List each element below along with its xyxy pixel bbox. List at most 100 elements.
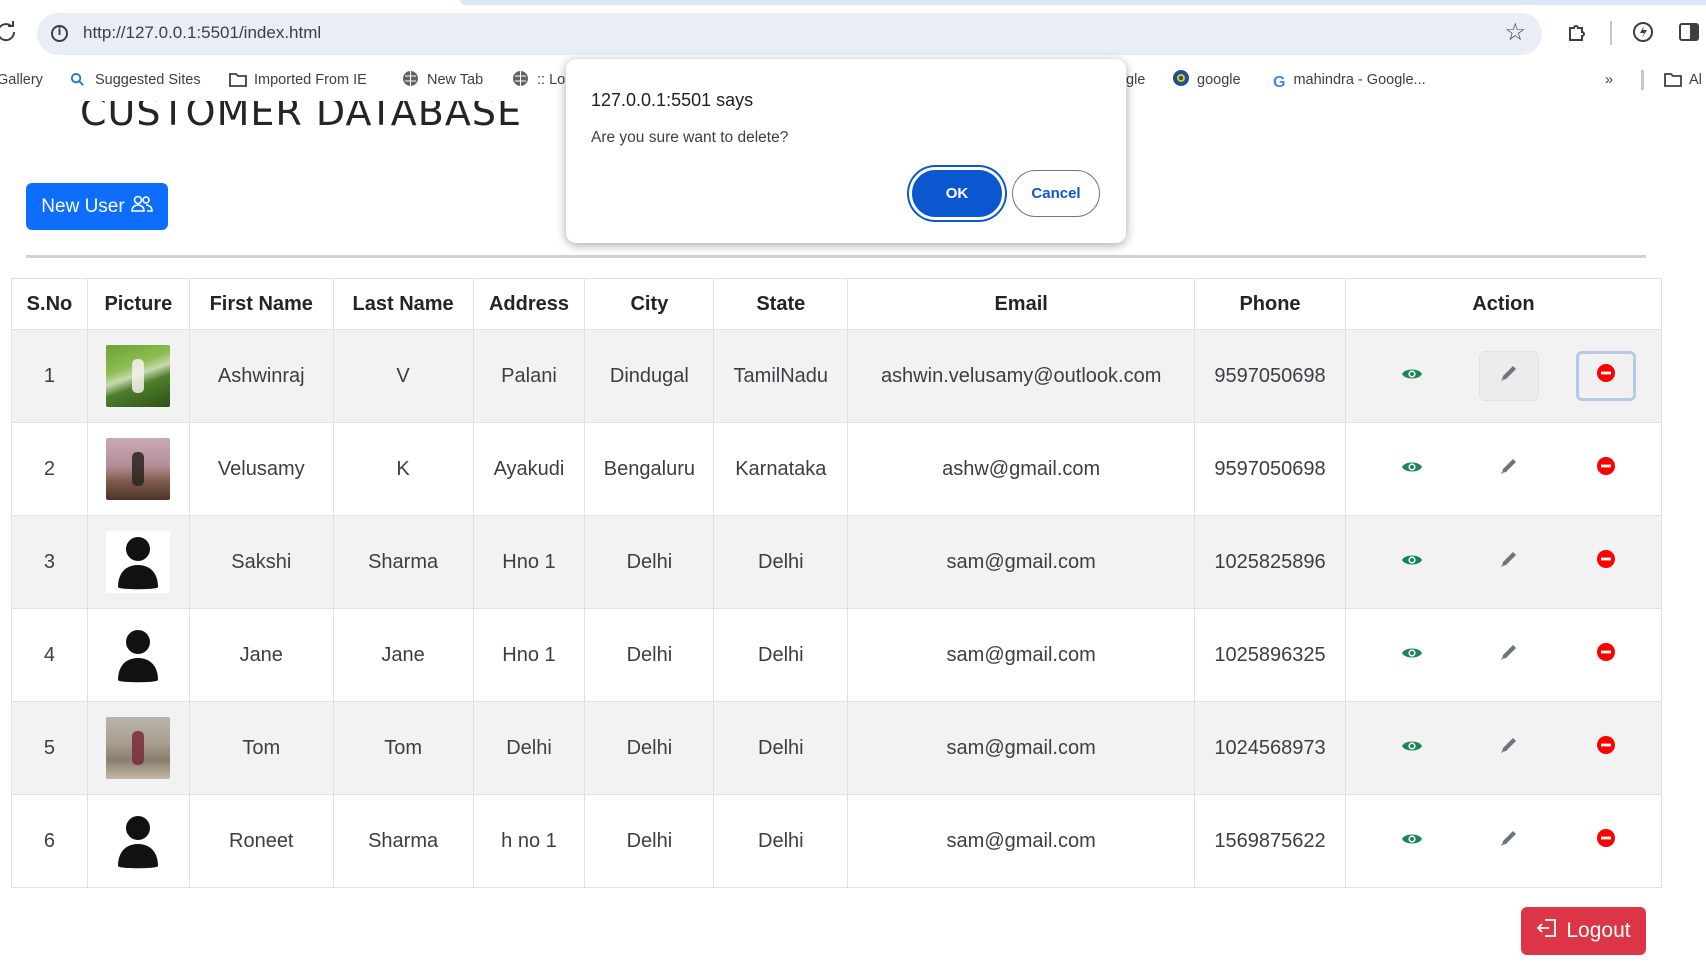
bookmark-all[interactable]: Al xyxy=(1664,68,1702,92)
view-button[interactable] xyxy=(1382,816,1442,866)
globe-icon xyxy=(1172,69,1189,86)
view-button[interactable] xyxy=(1382,444,1442,494)
delete-button[interactable] xyxy=(1576,816,1636,866)
cell-city: Delhi xyxy=(584,701,715,795)
logout-button[interactable]: Logout xyxy=(1521,907,1646,955)
delete-button[interactable] xyxy=(1576,444,1636,494)
search-icon xyxy=(70,71,87,88)
bookmark-mahindra-google[interactable]: Gmahindra - Google... xyxy=(1273,68,1426,92)
default-user-avatar-icon xyxy=(106,624,171,686)
more-bookmarks-icon[interactable]: » xyxy=(1605,68,1613,92)
eye-icon xyxy=(1401,737,1423,760)
cell-last-name: Sharma xyxy=(332,515,474,609)
cell-actions xyxy=(1344,794,1663,888)
bookmark-gallery[interactable]: Gallery xyxy=(0,68,43,92)
cell-actions xyxy=(1344,701,1663,795)
tab-strip-edge xyxy=(460,0,1706,5)
view-button[interactable] xyxy=(1382,537,1442,587)
cell-phone: 1025825896 xyxy=(1194,515,1346,609)
bookmark-imported-from-ie[interactable]: Imported From IE xyxy=(229,68,367,92)
view-button[interactable] xyxy=(1382,723,1442,773)
customer-table: S.No Picture First Name Last Name Addres… xyxy=(11,278,1663,888)
cell-picture xyxy=(86,515,190,609)
side-panel-icon[interactable] xyxy=(1677,20,1701,44)
site-info-icon[interactable] xyxy=(51,25,68,42)
action-group xyxy=(1364,723,1654,773)
logout-icon xyxy=(1536,918,1558,944)
edit-button[interactable] xyxy=(1479,723,1539,773)
minus-circle-icon xyxy=(1596,735,1616,761)
delete-button[interactable] xyxy=(1576,723,1636,773)
cell-email: sam@gmail.com xyxy=(847,794,1196,888)
action-group xyxy=(1364,444,1654,494)
bookmark-lo[interactable]: :: Lo xyxy=(512,68,565,92)
bookmark-google[interactable]: google xyxy=(1172,68,1241,92)
edit-button[interactable] xyxy=(1479,816,1539,866)
google-icon: G xyxy=(1273,74,1286,91)
cell-state: TamilNadu xyxy=(713,329,849,423)
bookmark-gle[interactable]: gle xyxy=(1126,68,1145,92)
cell-picture xyxy=(86,422,190,516)
dialog-cancel-button[interactable]: Cancel xyxy=(1012,170,1100,217)
globe-icon xyxy=(402,70,419,87)
minus-circle-icon xyxy=(1596,642,1616,668)
cell-first-name: Jane xyxy=(188,608,334,702)
cell-last-name: Jane xyxy=(332,608,474,702)
minus-circle-icon xyxy=(1596,456,1616,482)
bookmark-label: Al xyxy=(1689,72,1702,88)
pencil-icon xyxy=(1499,456,1519,482)
user-photo xyxy=(106,717,171,779)
address-bar[interactable]: http://127.0.0.1:5501/index.html ☆ xyxy=(37,13,1542,55)
edit-button[interactable] xyxy=(1479,444,1539,494)
action-group xyxy=(1364,816,1654,866)
bookmark-new-tab[interactable]: New Tab xyxy=(402,68,483,92)
bookmark-star-icon[interactable]: ☆ xyxy=(1504,20,1526,46)
bookmark-label: :: Lo xyxy=(537,72,566,88)
reload-icon[interactable] xyxy=(0,20,18,44)
dialog-ok-button[interactable]: OK xyxy=(909,167,1005,220)
cell-phone: 1024568973 xyxy=(1194,701,1346,795)
view-button[interactable] xyxy=(1382,351,1442,401)
pencil-icon xyxy=(1499,828,1519,854)
eye-icon xyxy=(1401,644,1423,667)
header-phone: Phone xyxy=(1194,278,1346,330)
toolbar-separator xyxy=(1610,21,1612,45)
cell-sno: 6 xyxy=(11,794,88,888)
pencil-icon xyxy=(1499,735,1519,761)
cell-state: Delhi xyxy=(713,701,849,795)
default-user-avatar-icon xyxy=(106,810,171,872)
delete-button[interactable] xyxy=(1576,537,1636,587)
minus-circle-icon xyxy=(1596,549,1616,575)
delete-button[interactable] xyxy=(1576,630,1636,680)
bookmark-label: mahindra - Google... xyxy=(1293,72,1426,88)
header-email: Email xyxy=(847,278,1196,330)
table-row: 6 Roneet Sharma h no 1 Delhi Delhi sam@gmail.c… xyxy=(11,794,1663,888)
users-icon xyxy=(130,195,153,219)
cell-first-name: Ashwinraj xyxy=(188,329,334,423)
bookmarks-separator xyxy=(1641,70,1644,90)
header-address: Address xyxy=(472,278,586,330)
cell-last-name: V xyxy=(332,329,474,423)
edit-button[interactable] xyxy=(1479,630,1539,680)
extensions-icon[interactable] xyxy=(1566,20,1590,44)
bookmark-label: gle xyxy=(1126,72,1146,88)
performance-icon[interactable] xyxy=(1631,20,1655,44)
dialog-title: 127.0.0.1:5501 says xyxy=(591,90,754,110)
folder-icon xyxy=(229,71,247,88)
edit-button[interactable] xyxy=(1479,537,1539,587)
delete-button[interactable] xyxy=(1575,351,1636,401)
cell-email: ashwin.velusamy@outlook.com xyxy=(847,329,1196,423)
cell-address: Ayakudi xyxy=(472,422,586,516)
eye-icon xyxy=(1401,458,1423,481)
new-user-button[interactable]: New User xyxy=(26,183,168,230)
view-button[interactable] xyxy=(1382,630,1442,680)
bookmark-label: google xyxy=(1197,72,1241,88)
address-bar-url[interactable]: http://127.0.0.1:5501/index.html xyxy=(83,23,321,43)
table-header-row: S.No Picture First Name Last Name Addres… xyxy=(11,278,1663,330)
folder-icon xyxy=(1664,71,1682,88)
cell-address: Hno 1 xyxy=(472,608,586,702)
bookmark-suggested-sites[interactable]: Suggested Sites xyxy=(70,68,201,92)
edit-button[interactable] xyxy=(1478,351,1539,401)
cell-last-name: Sharma xyxy=(332,794,474,888)
user-photo xyxy=(106,345,171,407)
